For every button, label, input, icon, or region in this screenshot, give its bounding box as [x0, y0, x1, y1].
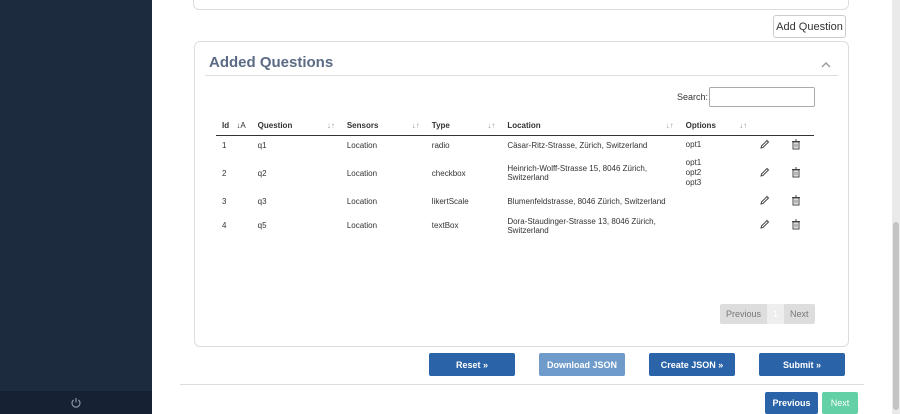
cell-question: q5: [251, 210, 341, 241]
sort-icon: ↓↑: [326, 120, 335, 130]
option: opt3: [685, 178, 702, 187]
cell-options: opt1 opt2 opt3: [679, 154, 754, 192]
header-question[interactable]: Question ↓↑: [251, 116, 341, 136]
header-sensors[interactable]: Sensors ↓↑: [340, 116, 426, 136]
added-questions-panel: Added Questions Search: Id ↓A Question ↓↑ …: [194, 41, 849, 347]
cell-question: q3: [251, 191, 341, 211]
next-button[interactable]: Next: [822, 392, 858, 414]
table-row: 4 q5 Location textBox Dora-Staudinger-St…: [216, 210, 814, 241]
cell-question: q1: [251, 135, 341, 155]
cell-type: radio: [425, 135, 502, 155]
header-edit: [753, 116, 785, 136]
create-json-button[interactable]: Create JSON »: [649, 353, 735, 376]
trash-icon[interactable]: [791, 219, 801, 230]
sort-icon: ↓↑: [411, 120, 420, 130]
reset-button[interactable]: Reset »: [429, 353, 515, 376]
sidebar-footer: [0, 391, 152, 414]
pagination-current[interactable]: 1: [767, 304, 785, 324]
download-json-button[interactable]: Download JSON: [539, 353, 625, 376]
table-header-row: Id ↓A Question ↓↑ Sensors ↓↑ Type ↓↑ Locatio…: [216, 116, 814, 136]
delete-cell: [784, 210, 814, 241]
delete-cell: [784, 154, 814, 192]
cell-id: 3: [216, 191, 252, 211]
edit-cell: [753, 154, 785, 192]
pagination-previous[interactable]: Previous: [720, 309, 767, 319]
add-question-button[interactable]: Add Question: [773, 15, 846, 38]
power-icon[interactable]: [70, 397, 82, 409]
cell-location: Heinrich-Wolff-Strasse 15, 8046 Zürich, …: [501, 154, 680, 192]
cell-location: Blumenfeldstrasse, 8046 Zürich, Switzerl…: [501, 191, 680, 211]
cell-id: 2: [216, 154, 252, 192]
header-delete: [784, 116, 814, 136]
submit-button[interactable]: Submit »: [759, 353, 845, 376]
header-id[interactable]: Id ↓A: [216, 116, 252, 136]
previous-button[interactable]: Previous: [765, 392, 818, 414]
option: opt1: [685, 158, 702, 167]
cell-sensors: Location: [340, 135, 426, 155]
delete-cell: [784, 135, 814, 155]
panel-title: Added Questions: [209, 54, 334, 71]
header-type[interactable]: Type ↓↑: [425, 116, 502, 136]
cell-sensors: Location: [340, 191, 426, 211]
previous-panel: [193, 0, 849, 10]
pencil-icon[interactable]: [759, 139, 770, 150]
edit-cell: [753, 191, 785, 211]
panel-divider: [205, 75, 838, 76]
footer-divider: [180, 384, 864, 385]
edit-cell: [753, 135, 785, 155]
trash-icon[interactable]: [791, 139, 801, 150]
cell-type: checkbox: [425, 154, 502, 192]
trash-icon[interactable]: [791, 167, 801, 178]
sort-icon: ↓↑: [487, 120, 496, 130]
pencil-icon[interactable]: [759, 195, 770, 206]
cell-location: Dora-Staudinger-Strasse 13, 8046 Zürich,…: [501, 210, 680, 241]
sidebar: [0, 0, 152, 414]
pagination-next[interactable]: Next: [784, 309, 815, 319]
cell-options: [679, 191, 754, 211]
sort-icon: ↓↑: [665, 120, 674, 130]
cell-options: opt1: [679, 135, 754, 155]
cell-question: q2: [251, 154, 341, 192]
delete-cell: [784, 191, 814, 211]
pagination: Previous 1 Next: [720, 304, 815, 324]
pencil-icon[interactable]: [759, 167, 770, 178]
header-options[interactable]: Options ↓↑: [679, 116, 754, 136]
cell-options: [679, 210, 754, 241]
table-row: 3 q3 Location likertScale Blumenfeldstra…: [216, 191, 814, 211]
cell-type: likertScale: [425, 191, 502, 211]
cell-sensors: Location: [340, 210, 426, 241]
scrollbar[interactable]: [892, 0, 900, 414]
cell-type: textBox: [425, 210, 502, 241]
trash-icon[interactable]: [791, 195, 801, 206]
sort-asc-icon: ↓A: [236, 120, 246, 130]
cell-sensors: Location: [340, 154, 426, 192]
cell-id: 1: [216, 135, 252, 155]
chevron-up-icon[interactable]: [820, 60, 832, 70]
edit-cell: [753, 210, 785, 241]
cell-id: 4: [216, 210, 252, 241]
header-location[interactable]: Location ↓↑: [501, 116, 680, 136]
questions-table: Id ↓A Question ↓↑ Sensors ↓↑ Type ↓↑ Locatio…: [216, 116, 814, 241]
scrollbar-thumb[interactable]: [893, 222, 899, 410]
sort-icon: ↓↑: [739, 120, 748, 130]
search-label: Search:: [677, 92, 709, 102]
option: opt1: [685, 140, 702, 149]
search-input[interactable]: [709, 87, 815, 107]
table-row: 1 q1 Location radio Cäsar-Ritz-Strasse, …: [216, 135, 814, 155]
cell-location: Cäsar-Ritz-Strasse, Zürich, Switzerland: [501, 135, 680, 155]
pencil-icon[interactable]: [759, 219, 770, 230]
table-row: 2 q2 Location checkbox Heinrich-Wolff-St…: [216, 154, 814, 192]
option: opt2: [685, 168, 702, 177]
